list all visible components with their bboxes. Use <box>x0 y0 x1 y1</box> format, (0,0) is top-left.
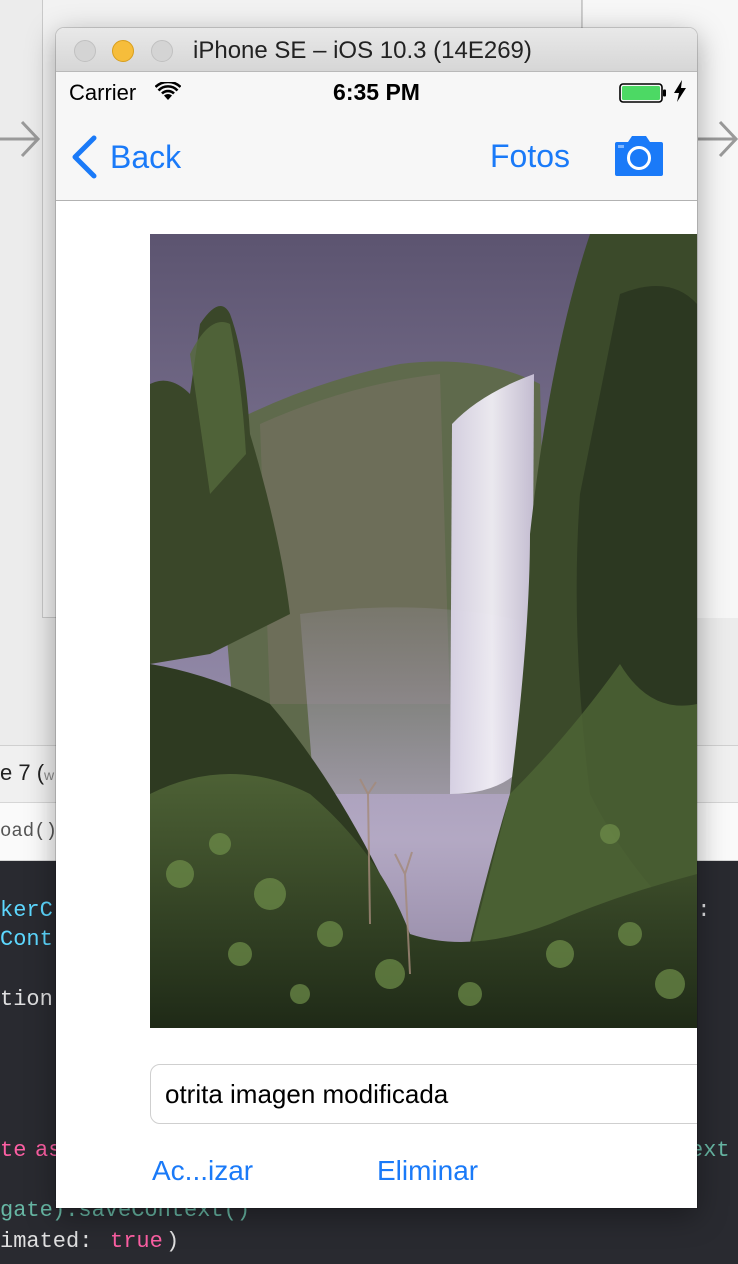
window-title-bar[interactable]: iPhone SE – iOS 10.3 (14E269) <box>56 28 697 72</box>
ios-status-bar: Carrier 6:35 PM <box>56 72 697 112</box>
back-button[interactable]: Back <box>70 134 181 180</box>
clock-label: 6:35 PM <box>333 79 420 105</box>
back-label: Back <box>110 138 182 175</box>
camera-icon[interactable] <box>613 136 665 176</box>
detail-content: otrita imagen modificada Ac...izar Elimi… <box>56 201 697 1208</box>
code-fragment: ) <box>166 1229 180 1254</box>
window-title: iPhone SE – iOS 10.3 (14E269) <box>193 37 532 64</box>
delete-button[interactable]: Eliminar <box>377 1155 478 1187</box>
code-fragment: Cont <box>0 927 53 952</box>
zoom-window-button[interactable] <box>151 40 173 62</box>
charging-bolt-icon <box>674 80 686 102</box>
battery-icon <box>619 83 666 103</box>
code-fragment: kerC <box>0 898 53 923</box>
jump-bar-text: oad() <box>0 820 58 842</box>
code-fragment: imated: <box>0 1229 106 1254</box>
code-fragment: true <box>110 1229 163 1254</box>
fotos-button[interactable]: Fotos <box>490 138 570 175</box>
segue-arrow-icon <box>698 112 738 166</box>
device-name-text: e 7 (w <box>0 760 55 785</box>
chevron-left-icon <box>72 135 97 179</box>
code-fragment: te <box>0 1138 40 1163</box>
minimize-window-button[interactable] <box>112 40 134 62</box>
code-fragment: gate <box>0 1198 53 1223</box>
navigation-bar: Back Fotos <box>56 112 697 201</box>
segue-arrow-icon <box>0 112 41 166</box>
update-button[interactable]: Ac...izar <box>152 1155 253 1187</box>
caption-field[interactable]: otrita imagen modificada <box>150 1064 697 1124</box>
close-window-button[interactable] <box>74 40 96 62</box>
simulator-window: iPhone SE – iOS 10.3 (14E269) Carrier 6:… <box>56 28 697 1208</box>
waterfall-photo <box>150 234 697 1028</box>
